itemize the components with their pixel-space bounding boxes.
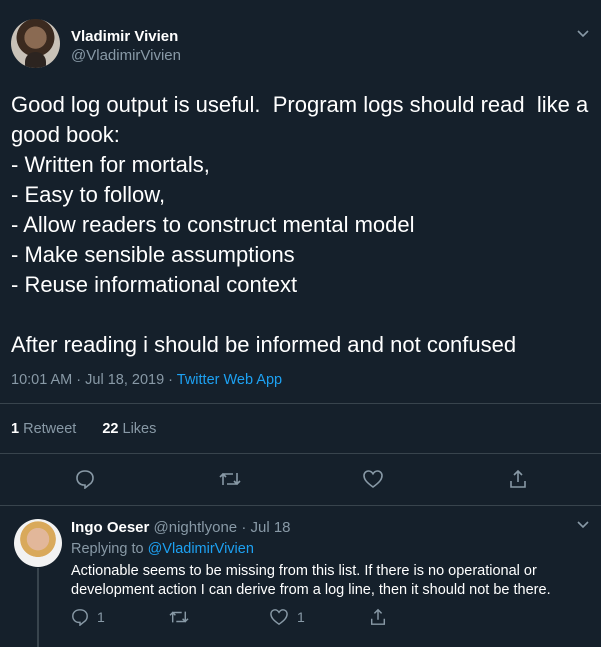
tweet-source-link[interactable]: Twitter Web App	[177, 372, 282, 388]
author-name[interactable]: Vladimir Vivien	[71, 28, 178, 45]
replying-to: Replying to @VladimirVivien	[71, 541, 254, 557]
tweet-stats: 1 Retweet 22 Likes	[11, 421, 156, 437]
likes-count: 22	[102, 421, 119, 437]
chevron-down-icon[interactable]	[577, 521, 589, 529]
replying-to-label: Replying to	[71, 541, 148, 557]
tweet-timestamp[interactable]: 10:01 AM · Jul 18, 2019 ·	[11, 372, 177, 388]
reply-action-bar: 1 1	[71, 606, 391, 630]
reply-like-count: 1	[297, 609, 305, 625]
retweets-stat[interactable]: 1 Retweet	[11, 421, 76, 437]
divider	[0, 453, 601, 454]
tweet-text: Good log output is useful. Program logs …	[11, 92, 589, 357]
tweet-meta: 10:01 AM · Jul 18, 2019 · Twitter Web Ap…	[11, 372, 282, 388]
share-icon[interactable]	[369, 608, 387, 626]
like-icon[interactable]	[362, 469, 384, 489]
like-icon	[269, 608, 289, 626]
retweets-count: 1	[11, 421, 20, 437]
reply-author-handle[interactable]: @nightlyone	[154, 519, 238, 536]
reply-reply-button[interactable]: 1	[71, 608, 105, 626]
tweet-action-bar	[0, 460, 601, 500]
reply-header: Ingo Oeser @nightlyone · Jul 18	[71, 519, 291, 536]
reply-author-avatar[interactable]	[14, 519, 62, 567]
reply-author-name[interactable]: Ingo Oeser	[71, 519, 149, 536]
share-icon[interactable]	[508, 469, 528, 489]
reply-icon	[71, 608, 89, 626]
chevron-down-icon[interactable]	[577, 30, 589, 38]
reply-text: Actionable seems to be missing from this…	[71, 563, 551, 598]
reply-icon[interactable]	[75, 469, 95, 489]
divider	[0, 403, 601, 404]
reply-date[interactable]: · Jul 18	[241, 519, 290, 536]
likes-label: Likes	[122, 421, 157, 437]
author-avatar[interactable]	[11, 19, 60, 68]
reply-like-button[interactable]: 1	[269, 608, 305, 626]
reply-count: 1	[97, 609, 105, 625]
thread-line	[37, 568, 39, 647]
replying-to-handle[interactable]: @VladimirVivien	[148, 541, 254, 557]
retweets-label: Retweet	[23, 421, 77, 437]
likes-stat[interactable]: 22 Likes	[102, 421, 156, 437]
retweet-icon[interactable]	[169, 608, 189, 626]
divider	[0, 505, 601, 506]
retweet-icon[interactable]	[219, 469, 241, 489]
author-handle[interactable]: @VladimirVivien	[71, 47, 181, 64]
